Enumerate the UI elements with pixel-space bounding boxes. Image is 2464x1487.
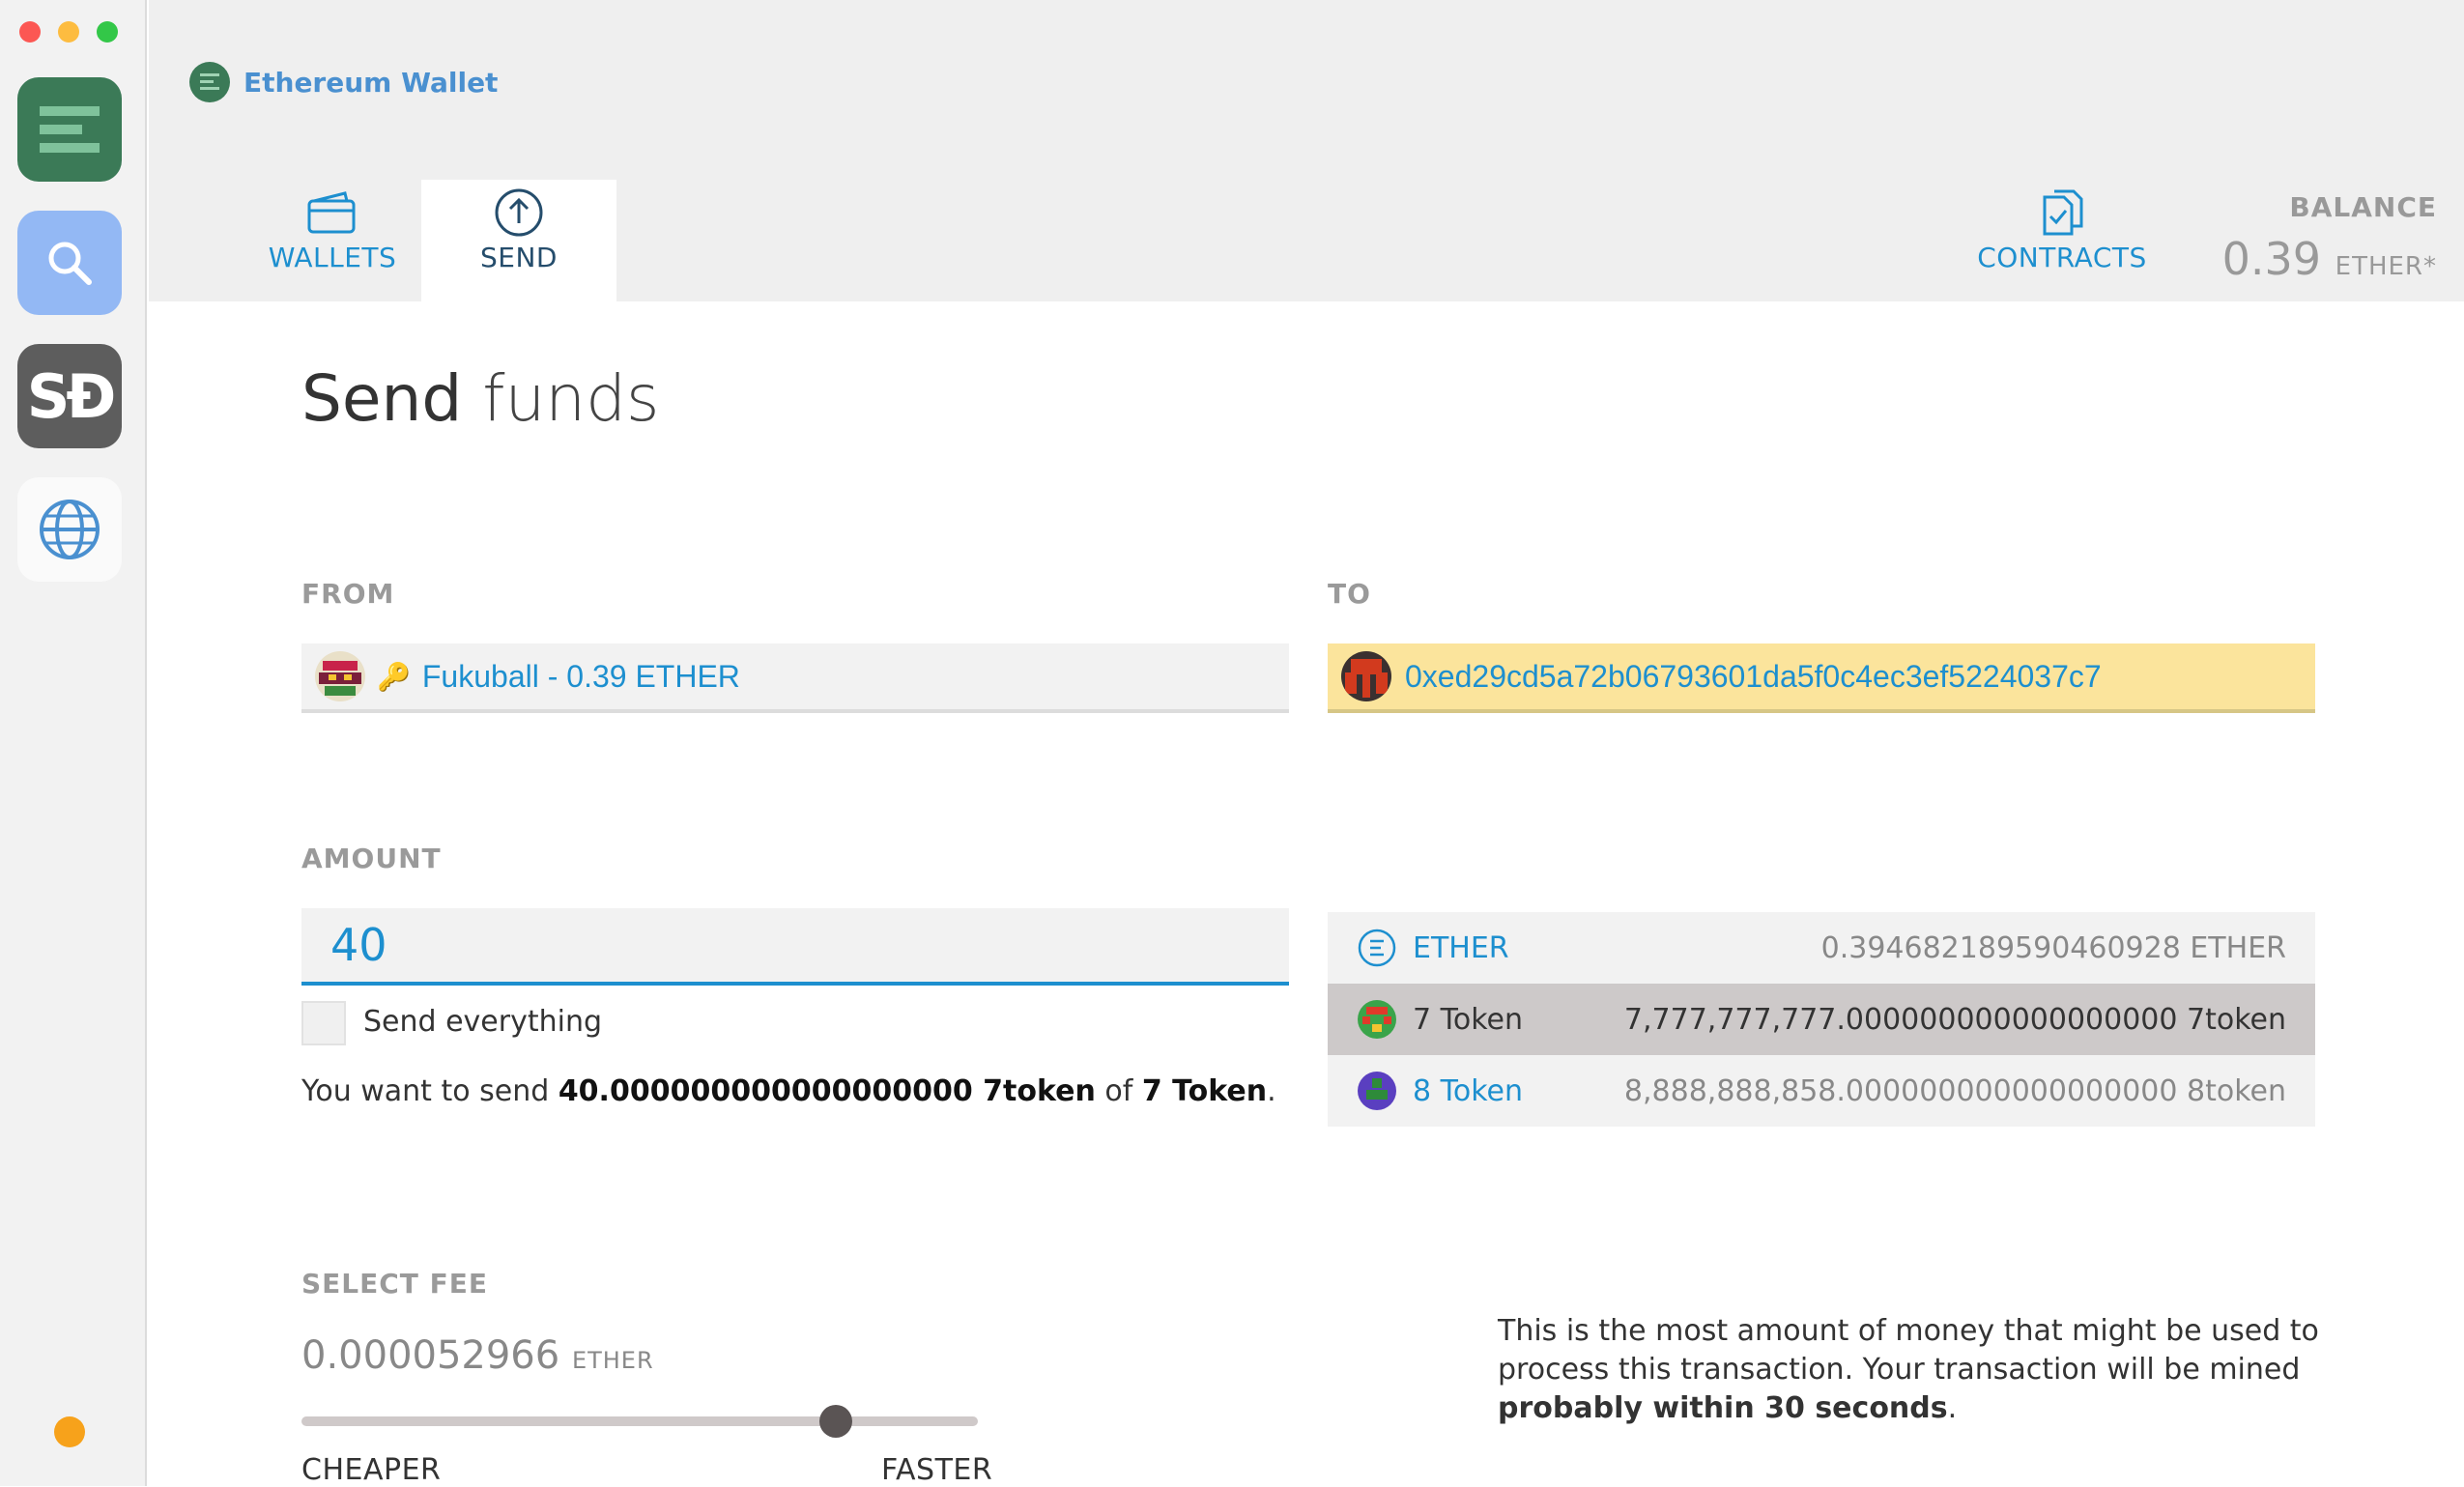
app-header: Ethereum Wallet WALLETS SEND CONTRACTS B… xyxy=(149,0,2464,301)
balance-label: BALANCE xyxy=(2289,191,2437,223)
summary-token: 7 Token xyxy=(1141,1074,1268,1108)
fee-slider-track[interactable] xyxy=(301,1416,978,1426)
fee-note-text: This is the most amount of money that mi… xyxy=(1498,1314,2319,1387)
token-option-8-token[interactable]: 8 Token 8,888,888,858.000000000000000000… xyxy=(1328,1055,2315,1127)
from-account-select[interactable]: 🔑 Fukuball - 0.39 ETHER xyxy=(301,643,1289,713)
dock-sd-app[interactable]: SĐ xyxy=(17,344,122,448)
send-funds-page: Send funds FROM 🔑 Fukuball - 0.39 ETHER … xyxy=(149,301,2464,1487)
balance-unit: ETHER* xyxy=(2335,252,2437,281)
from-account-name: Fukuball - 0.39 ETHER xyxy=(421,658,740,694)
tab-send[interactable]: SEND xyxy=(421,180,616,301)
fee-explanation: This is the most amount of money that mi… xyxy=(1498,1312,2329,1428)
balance-amount: 0.39 xyxy=(2221,233,2322,285)
search-icon xyxy=(48,242,92,285)
fee-cheaper-label: CHEAPER xyxy=(301,1453,442,1487)
globe-icon xyxy=(40,500,100,559)
fee-unit: ETHER xyxy=(571,1347,654,1374)
fee-slider-handle[interactable] xyxy=(819,1405,852,1438)
token-balance: 8,888,888,858.000000000000000000 8token xyxy=(1623,1073,2286,1108)
tab-contracts[interactable]: CONTRACTS xyxy=(1956,184,2168,313)
fee-note-bold: probably within 30 seconds xyxy=(1498,1391,1948,1425)
to-label: TO xyxy=(1328,578,1371,610)
token-name: 7 Token xyxy=(1413,1002,1523,1037)
sd-app-logo: SĐ xyxy=(26,360,117,432)
token-select-list: ETHER 0.394682189590460928 ETHER 7 Token… xyxy=(1328,912,2315,1127)
app-dock: SĐ xyxy=(0,0,147,1486)
summary-amount: 40.000000000000000000 7token xyxy=(558,1074,1096,1108)
token-name: 8 Token xyxy=(1413,1073,1523,1108)
from-account-avatar xyxy=(315,651,365,701)
page-title: Send funds xyxy=(301,361,659,436)
ether-icon xyxy=(1358,929,1396,967)
send-everything-label[interactable]: Send everything xyxy=(363,1005,602,1039)
7-token-icon xyxy=(1358,1000,1396,1039)
fee-faster-label: FASTER xyxy=(881,1453,993,1487)
send-summary: You want to send 40.000000000000000000 7… xyxy=(301,1074,1276,1108)
to-address-identicon xyxy=(1341,651,1391,701)
8-token-icon xyxy=(1358,1072,1396,1110)
contracts-icon xyxy=(2037,184,2087,242)
page-title-light: funds xyxy=(482,361,660,436)
arrow-up-circle-icon xyxy=(493,184,545,242)
wallet-app-icon xyxy=(40,106,100,153)
tab-send-label: SEND xyxy=(480,242,558,273)
app-title: Ethereum Wallet xyxy=(189,62,498,102)
close-window-button[interactable] xyxy=(19,21,41,43)
dock-browser[interactable] xyxy=(17,477,122,582)
balance-panel: BALANCE 0.39 ETHER* xyxy=(2222,191,2437,285)
minimize-window-button[interactable] xyxy=(58,21,79,43)
tab-wallets[interactable]: WALLETS xyxy=(236,184,429,313)
ethereum-wallet-logo-icon xyxy=(189,62,230,102)
fee-note-end: . xyxy=(1947,1391,1958,1425)
fee-amount: 0.000052966 xyxy=(301,1333,560,1378)
token-option-ether[interactable]: ETHER 0.394682189590460928 ETHER xyxy=(1328,912,2315,984)
tab-wallets-label: WALLETS xyxy=(268,242,397,273)
amount-label: AMOUNT xyxy=(301,843,442,874)
fee-value: 0.000052966 ETHER xyxy=(301,1333,654,1378)
amount-input[interactable]: 40 xyxy=(301,908,1289,986)
summary-mid: of xyxy=(1095,1074,1142,1108)
select-fee-label: SELECT FEE xyxy=(301,1268,489,1300)
token-balance: 0.394682189590460928 ETHER xyxy=(1820,930,2286,965)
to-address-input[interactable]: 0xed29cd5a72b06793601da5f0c4ec3ef5224037… xyxy=(1328,643,2315,713)
page-title-bold: Send xyxy=(301,361,463,436)
token-option-7-token[interactable]: 7 Token 7,777,777,777.000000000000000000… xyxy=(1328,984,2315,1055)
zoom-window-button[interactable] xyxy=(97,21,118,43)
dock-ethereum-wallet[interactable] xyxy=(17,77,122,182)
to-address-value: 0xed29cd5a72b06793601da5f0c4ec3ef5224037… xyxy=(1405,658,2102,694)
send-everything-checkbox[interactable] xyxy=(301,1001,346,1045)
dock-search[interactable] xyxy=(17,211,122,315)
summary-end: . xyxy=(1267,1074,1276,1108)
token-balance: 7,777,777,777.000000000000000000 7token xyxy=(1623,1002,2286,1037)
amount-input-value: 40 xyxy=(330,919,387,971)
tab-contracts-label: CONTRACTS xyxy=(1977,242,2147,273)
wallet-icon xyxy=(306,184,358,242)
from-label: FROM xyxy=(301,578,395,610)
app-title-text: Ethereum Wallet xyxy=(244,66,499,99)
key-icon: 🔑 xyxy=(377,661,411,692)
balance-value: 0.39 ETHER* xyxy=(2222,233,2437,285)
summary-prefix: You want to send xyxy=(301,1074,559,1108)
token-name: ETHER xyxy=(1413,930,1509,965)
status-indicator-dot xyxy=(54,1416,85,1447)
